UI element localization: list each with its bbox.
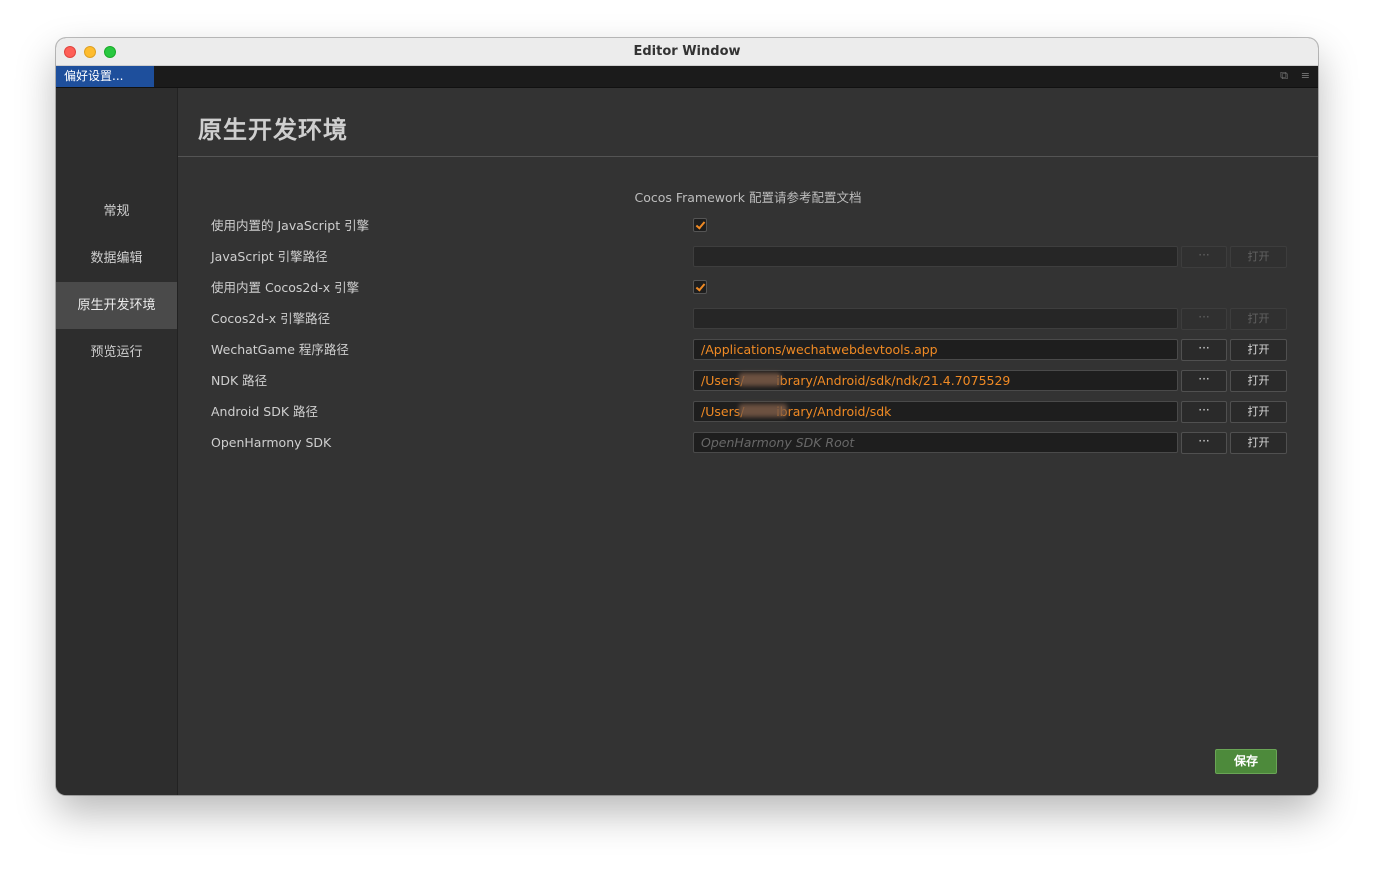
wechatgame-path-input[interactable]: [693, 339, 1178, 360]
panel-tab-bar: 偏好设置... ⧉ ≡: [56, 66, 1318, 88]
save-button[interactable]: 保存: [1215, 749, 1277, 774]
open-button[interactable]: 打开: [1230, 246, 1287, 268]
cocos2dx-path-input[interactable]: [693, 308, 1178, 329]
editor-window: Editor Window 偏好设置... ⧉ ≡ 常规 数据编辑 原生开发环境…: [56, 38, 1318, 795]
browse-button[interactable]: ···: [1181, 339, 1227, 361]
doc-link[interactable]: Cocos Framework 配置请参考配置文档: [178, 187, 1318, 206]
sidebar-item-general[interactable]: 常规: [56, 188, 177, 235]
tab-preferences[interactable]: 偏好设置...: [56, 66, 154, 87]
redacted-text: [739, 373, 781, 386]
setting-row-js-path: JavaScript 引擎路径 ··· 打开: [178, 241, 1318, 272]
sidebar-item-preview-run[interactable]: 预览运行: [56, 329, 177, 376]
setting-row-builtin-cocos2dx: 使用内置 Cocos2d-x 引擎: [178, 272, 1318, 303]
divider: [178, 156, 1318, 157]
builtin-js-checkbox[interactable]: [693, 218, 707, 232]
setting-label: 使用内置的 JavaScript 引擎: [211, 218, 370, 233]
page-title: 原生开发环境: [198, 116, 348, 144]
setting-label: Cocos2d-x 引擎路径: [211, 311, 331, 326]
setting-label: WechatGame 程序路径: [211, 342, 349, 357]
open-button[interactable]: 打开: [1230, 308, 1287, 330]
openharmony-sdk-input[interactable]: [693, 432, 1178, 453]
setting-label: NDK 路径: [211, 373, 268, 388]
setting-row-ndk-path: NDK 路径 ··· 打开: [178, 365, 1318, 396]
open-button[interactable]: 打开: [1230, 339, 1287, 361]
setting-row-openharmony-sdk: OpenHarmony SDK ··· 打开: [178, 427, 1318, 458]
menu-icon[interactable]: ≡: [1301, 70, 1310, 82]
sidebar-item-native-env[interactable]: 原生开发环境: [56, 282, 177, 329]
browse-button[interactable]: ···: [1181, 370, 1227, 392]
builtin-cocos2dx-checkbox[interactable]: [693, 280, 707, 294]
setting-label: 使用内置 Cocos2d-x 引擎: [211, 280, 360, 295]
sidebar: 常规 数据编辑 原生开发环境 预览运行: [56, 88, 178, 795]
open-button[interactable]: 打开: [1230, 401, 1287, 423]
setting-label: Android SDK 路径: [211, 404, 319, 419]
setting-row-wechatgame-path: WechatGame 程序路径 ··· 打开: [178, 334, 1318, 365]
open-button[interactable]: 打开: [1230, 370, 1287, 392]
setting-row-cocos2dx-path: Cocos2d-x 引擎路径 ··· 打开: [178, 303, 1318, 334]
setting-row-android-sdk-path: Android SDK 路径 ··· 打开: [178, 396, 1318, 427]
browse-button[interactable]: ···: [1181, 432, 1227, 454]
redacted-text: [739, 404, 787, 417]
browse-button[interactable]: ···: [1181, 308, 1227, 330]
setting-label: JavaScript 引擎路径: [211, 249, 328, 264]
sidebar-item-data-editor[interactable]: 数据编辑: [56, 235, 177, 282]
setting-row-builtin-js: 使用内置的 JavaScript 引擎: [178, 210, 1318, 241]
browse-button[interactable]: ···: [1181, 401, 1227, 423]
popout-icon[interactable]: ⧉: [1280, 70, 1288, 82]
setting-label: OpenHarmony SDK: [211, 435, 332, 450]
main-panel: 原生开发环境 Cocos Framework 配置请参考配置文档 使用内置的 J…: [178, 88, 1318, 795]
open-button[interactable]: 打开: [1230, 432, 1287, 454]
js-engine-path-input[interactable]: [693, 246, 1178, 267]
title-bar: Editor Window: [56, 38, 1318, 66]
window-title: Editor Window: [633, 44, 741, 59]
browse-button[interactable]: ···: [1181, 246, 1227, 268]
